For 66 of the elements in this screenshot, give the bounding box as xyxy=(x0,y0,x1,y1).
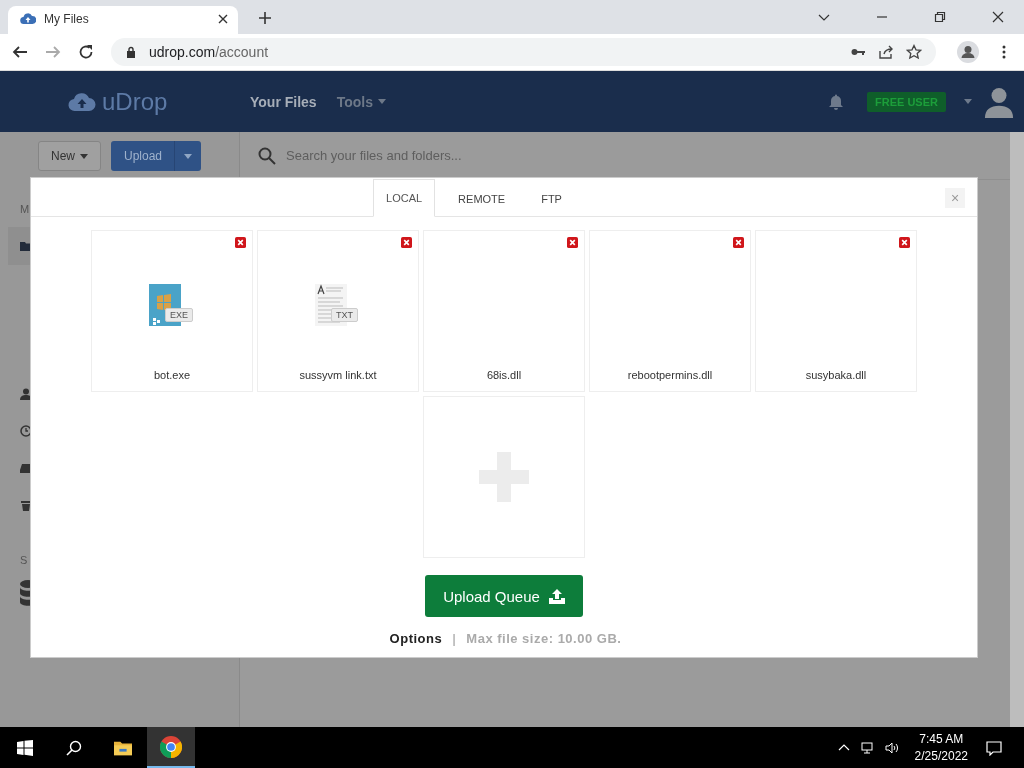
browser-icon xyxy=(160,735,182,758)
remove-icon[interactable] xyxy=(401,237,412,248)
remove-icon[interactable] xyxy=(733,237,744,248)
user-icon[interactable] xyxy=(20,388,32,400)
reload-icon[interactable] xyxy=(78,44,94,60)
file-tile[interactable]: TXT sussyvm link.txt xyxy=(257,230,419,392)
cloud-upload-icon xyxy=(68,91,96,112)
search-field[interactable]: Search your files and folders... xyxy=(284,147,688,164)
new-tab-icon[interactable] xyxy=(258,11,272,25)
nav-link[interactable]: Your Files xyxy=(250,93,317,110)
back-icon[interactable] xyxy=(12,44,28,60)
upload-icon xyxy=(548,588,565,604)
close-icon[interactable] xyxy=(218,14,228,24)
cloud-icon xyxy=(20,11,36,27)
remove-icon[interactable] xyxy=(899,237,910,248)
address-field[interactable]: udrop.com/account xyxy=(111,38,936,66)
file-name: rebootpermins.dll xyxy=(627,369,713,381)
browser-tab[interactable]: My Files xyxy=(8,6,238,34)
volume-icon[interactable] xyxy=(884,741,899,754)
taskbar-button[interactable] xyxy=(147,727,195,768)
scrollbar[interactable] xyxy=(1010,132,1024,727)
caret-icon[interactable] xyxy=(964,99,972,104)
restore-icon[interactable] xyxy=(934,11,946,23)
caret-icon xyxy=(80,153,88,159)
clock-time[interactable]: 7:45 AM xyxy=(919,730,964,748)
upload-button[interactable]: Upload xyxy=(111,141,201,171)
close-icon[interactable] xyxy=(992,11,1004,23)
file-tile[interactable]: EXE bot.exe xyxy=(91,230,253,392)
file-name: bot.exe xyxy=(153,369,191,381)
remove-icon[interactable] xyxy=(235,237,246,248)
tab[interactable]: FTP xyxy=(528,180,575,217)
clock-icon[interactable] xyxy=(20,425,32,437)
file-name: sussyvm link.txt xyxy=(299,369,377,381)
sidebar-heading: M xyxy=(20,203,30,215)
file-tile[interactable]: susybaka.dll xyxy=(755,230,917,392)
folder-icon[interactable] xyxy=(114,739,132,756)
max-file-size: Max file size: 10.00 GB. xyxy=(466,631,622,646)
trash-icon[interactable] xyxy=(20,499,32,511)
upload-queue-button[interactable]: Upload Queue xyxy=(425,575,583,617)
remove-icon[interactable] xyxy=(567,237,578,248)
file-name: 68is.dll xyxy=(486,369,522,381)
windows-icon[interactable] xyxy=(16,739,34,756)
file-tile[interactable]: rebootpermins.dll xyxy=(589,230,751,392)
options-link[interactable]: Options xyxy=(389,631,443,646)
clock-date[interactable]: 2/25/2022 xyxy=(914,747,968,765)
new-button[interactable]: New xyxy=(38,141,101,171)
profile-icon[interactable] xyxy=(957,41,979,63)
file-type-label: EXE xyxy=(165,308,193,322)
share-icon[interactable] xyxy=(878,44,894,60)
user-badge: FREE USER xyxy=(867,91,946,112)
tab-title: My Files xyxy=(44,12,90,26)
caret-icon xyxy=(184,153,192,159)
separator: | xyxy=(452,631,457,646)
tab[interactable]: LOCAL xyxy=(373,179,436,217)
file-tile[interactable]: 68is.dll xyxy=(423,230,585,392)
sidebar-heading: S xyxy=(20,554,28,566)
lock-icon xyxy=(125,46,137,58)
search-icon[interactable] xyxy=(65,739,83,756)
file-name: susybaka.dll xyxy=(805,369,867,381)
notification-icon[interactable] xyxy=(986,739,1002,756)
bell-icon[interactable] xyxy=(827,92,846,111)
star-icon[interactable] xyxy=(906,44,922,60)
network-icon[interactable] xyxy=(860,741,875,754)
search-icon xyxy=(258,146,276,165)
tab[interactable]: REMOTE xyxy=(445,180,519,217)
file-type-label: TXT xyxy=(331,308,358,322)
